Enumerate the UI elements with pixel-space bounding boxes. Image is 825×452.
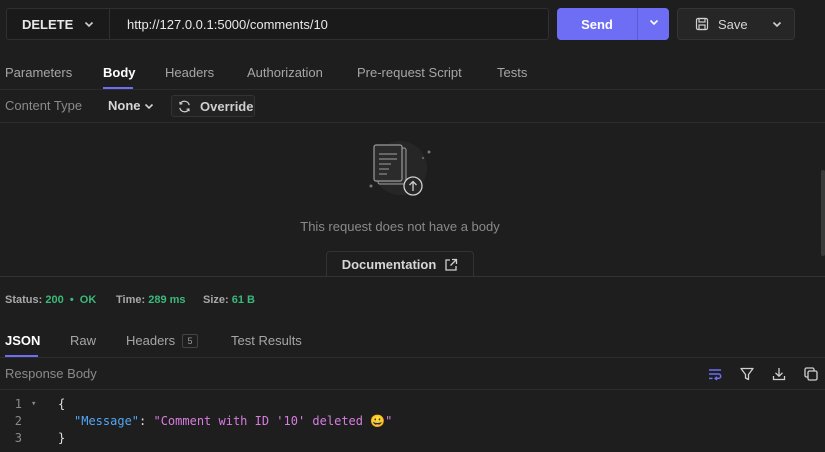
document-upload-icon	[365, 140, 435, 200]
tab-test-results[interactable]: Test Results	[231, 333, 302, 348]
content-type-select[interactable]: None	[108, 98, 141, 113]
line-number: 3	[14, 431, 22, 445]
refresh-icon	[177, 99, 192, 114]
tab-pre-request-script[interactable]: Pre-request Script	[357, 65, 462, 80]
divider	[0, 89, 825, 90]
override-button[interactable]: Override	[171, 95, 255, 117]
tab-raw[interactable]: Raw	[70, 333, 96, 348]
url-input[interactable]: http://127.0.0.1:5000/comments/10	[109, 8, 549, 40]
method-label: DELETE	[22, 16, 74, 32]
json-brace: }	[58, 431, 66, 445]
method-select[interactable]: DELETE	[6, 8, 109, 40]
json-colon: :	[139, 414, 154, 428]
tab-response-headers[interactable]: Headers	[126, 333, 175, 348]
status-code: 200	[45, 294, 64, 306]
divider	[0, 122, 825, 123]
response-body-label: Response Body	[5, 366, 97, 381]
external-link-icon	[444, 258, 458, 272]
json-key: "Message"	[74, 414, 140, 428]
size-value: 61 B	[231, 294, 255, 306]
chevron-down-icon[interactable]	[143, 99, 155, 117]
size-label: Size:	[203, 294, 229, 306]
tab-headers[interactable]: Headers	[165, 65, 214, 80]
override-label: Override	[200, 98, 254, 114]
headers-count-badge: 5	[182, 334, 198, 348]
save-icon	[695, 17, 709, 31]
time-info: Time: 289 ms	[116, 294, 186, 306]
send-button[interactable]: Send	[557, 8, 669, 40]
word-wrap-icon[interactable]	[707, 366, 723, 382]
save-label: Save	[718, 16, 748, 32]
download-icon[interactable]	[771, 366, 787, 382]
documentation-button[interactable]: Documentation	[326, 251, 474, 277]
line-number: 1	[14, 397, 22, 411]
chevron-down-icon	[83, 18, 95, 33]
tab-authorization[interactable]: Authorization	[247, 65, 323, 80]
code-line: {	[58, 397, 65, 411]
save-button[interactable]: Save	[677, 8, 795, 40]
line-number: 2	[14, 414, 22, 428]
scrollbar[interactable]	[821, 170, 825, 256]
divider	[0, 389, 825, 390]
code-line: }	[58, 431, 65, 445]
divider	[0, 357, 825, 358]
filter-icon[interactable]	[739, 366, 755, 382]
tab-parameters[interactable]: Parameters	[5, 65, 72, 80]
time-label: Time:	[116, 294, 146, 306]
status-dot: •	[66, 294, 77, 306]
json-string: "Comment with ID '10' deleted 😀"	[153, 414, 393, 428]
empty-body-message: This request does not have a body	[300, 219, 500, 234]
copy-icon[interactable]	[803, 366, 819, 382]
status-text: OK	[79, 294, 97, 306]
time-value: 289 ms	[148, 294, 186, 306]
send-divider	[637, 8, 638, 40]
code-line: "Message": "Comment with ID '10' deleted…	[74, 414, 392, 428]
chevron-down-icon[interactable]	[771, 18, 783, 33]
status-label: Status:	[5, 294, 43, 306]
tab-json[interactable]: JSON	[5, 333, 40, 348]
tab-body[interactable]: Body	[103, 65, 136, 80]
status-info: Status: 200 • OK	[5, 294, 96, 306]
send-label: Send	[581, 16, 613, 32]
documentation-label: Documentation	[341, 257, 437, 272]
divider	[0, 276, 825, 277]
json-brace: {	[58, 397, 66, 411]
url-text: http://127.0.0.1:5000/comments/10	[127, 16, 328, 32]
fold-toggle-icon[interactable]: ▾	[31, 399, 36, 409]
size-info: Size: 61 B	[203, 294, 255, 306]
chevron-down-icon[interactable]	[648, 15, 660, 33]
tab-tests[interactable]: Tests	[497, 65, 527, 80]
content-type-label: Content Type	[5, 98, 83, 113]
